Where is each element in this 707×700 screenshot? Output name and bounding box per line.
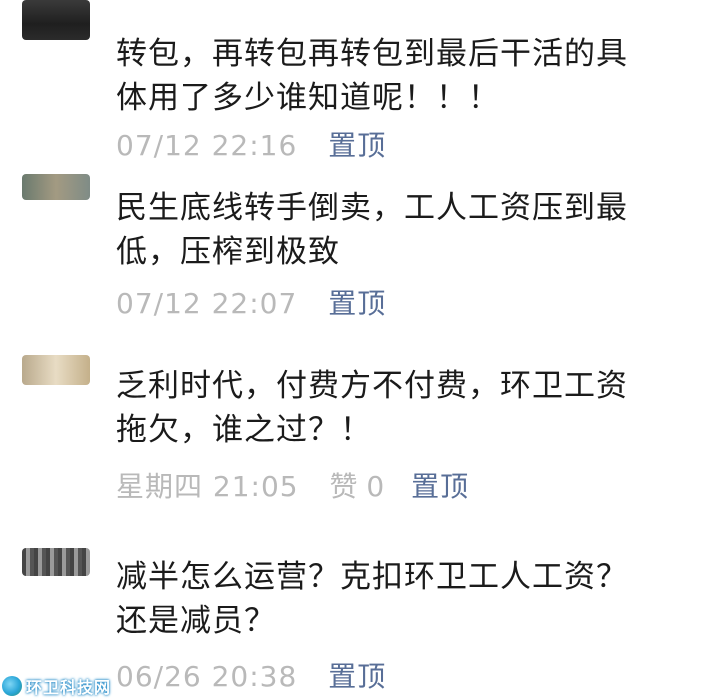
pin-button[interactable]: 置顶: [328, 660, 386, 694]
comment-text: 减半怎么运营？克扣环卫工人工资？ 还是减员？: [116, 555, 691, 643]
comment-time: 星期四 21:05: [116, 470, 299, 503]
comment-text-line: 还是减员？: [116, 603, 276, 639]
comment-text-line: 转包，再转包再转包到最后干活的具: [116, 36, 628, 72]
avatar[interactable]: [22, 548, 90, 576]
avatar[interactable]: [22, 174, 90, 200]
comment-meta: 07/12 22:16 置顶: [116, 129, 386, 163]
comment-text-line: 减半怎么运营？克扣环卫工人工资？: [116, 559, 628, 595]
comment-text: 转包，再转包再转包到最后干活的具 体用了多少谁知道呢！！！: [116, 32, 691, 120]
comment-text-line: 体用了多少谁知道呢！！！: [116, 80, 500, 116]
comment-meta: 07/12 22:07 置顶: [116, 287, 386, 321]
comment-text-line: 乏利时代，付费方不付费，环卫工资: [116, 368, 628, 404]
avatar[interactable]: [22, 0, 90, 40]
like-button[interactable]: 赞 0: [330, 470, 385, 504]
comment-meta: 星期四 21:05 赞 0 置顶: [116, 470, 469, 504]
comment-text-line: 民生底线转手倒卖，工人工资压到最: [116, 190, 628, 226]
comment-time: 07/12 22:07: [116, 287, 298, 320]
pin-button[interactable]: 置顶: [411, 470, 469, 504]
comment-text-line: 拖欠，谁之过？！: [116, 412, 372, 448]
watermark-logo-icon: [2, 676, 22, 696]
pin-button[interactable]: 置顶: [328, 287, 386, 321]
comment-time: 07/12 22:16: [116, 129, 298, 162]
watermark-text: 环卫科技网: [26, 678, 112, 697]
comment-text-line: 低，压榨到极致: [116, 234, 340, 270]
comment-text: 民生底线转手倒卖，工人工资压到最 低，压榨到极致: [116, 186, 691, 274]
comment-time: 06/26 20:38: [116, 660, 298, 693]
watermark: 环卫科技网: [2, 674, 111, 698]
avatar[interactable]: [22, 355, 90, 385]
comment-text: 乏利时代，付费方不付费，环卫工资 拖欠，谁之过？！: [116, 364, 691, 452]
comment-meta: 06/26 20:38 置顶: [116, 660, 386, 694]
pin-button[interactable]: 置顶: [328, 129, 386, 163]
